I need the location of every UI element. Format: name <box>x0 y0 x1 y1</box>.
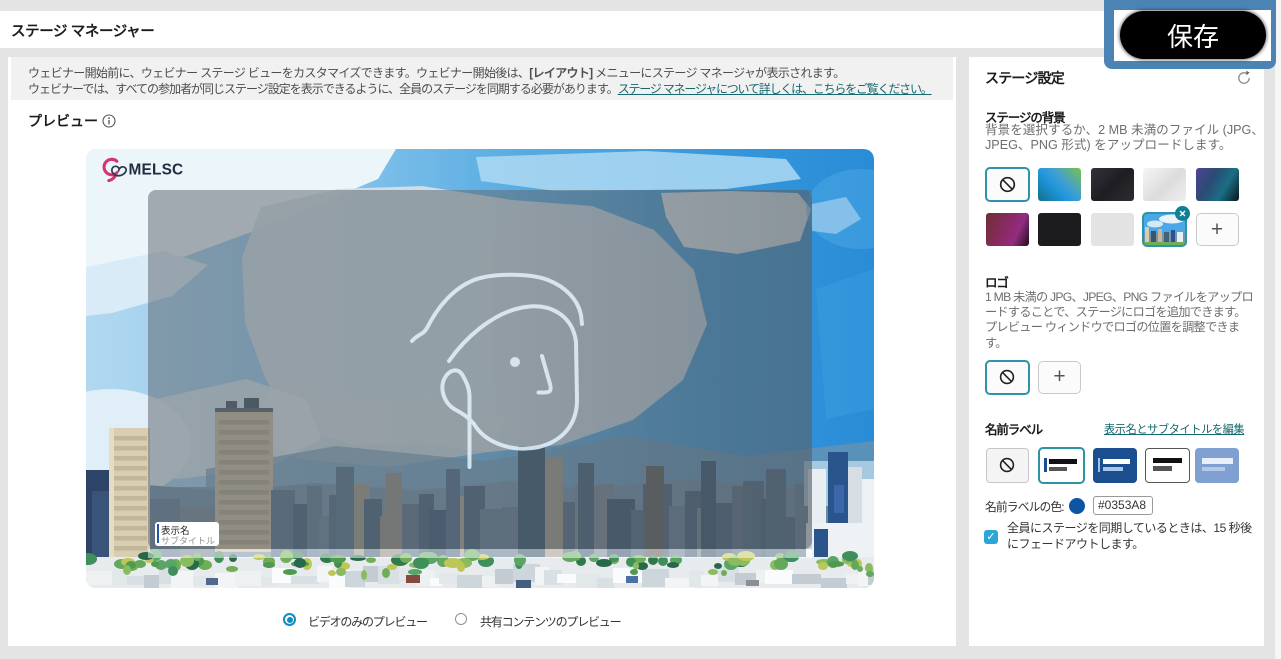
svg-text:MELSC: MELSC <box>129 162 184 179</box>
